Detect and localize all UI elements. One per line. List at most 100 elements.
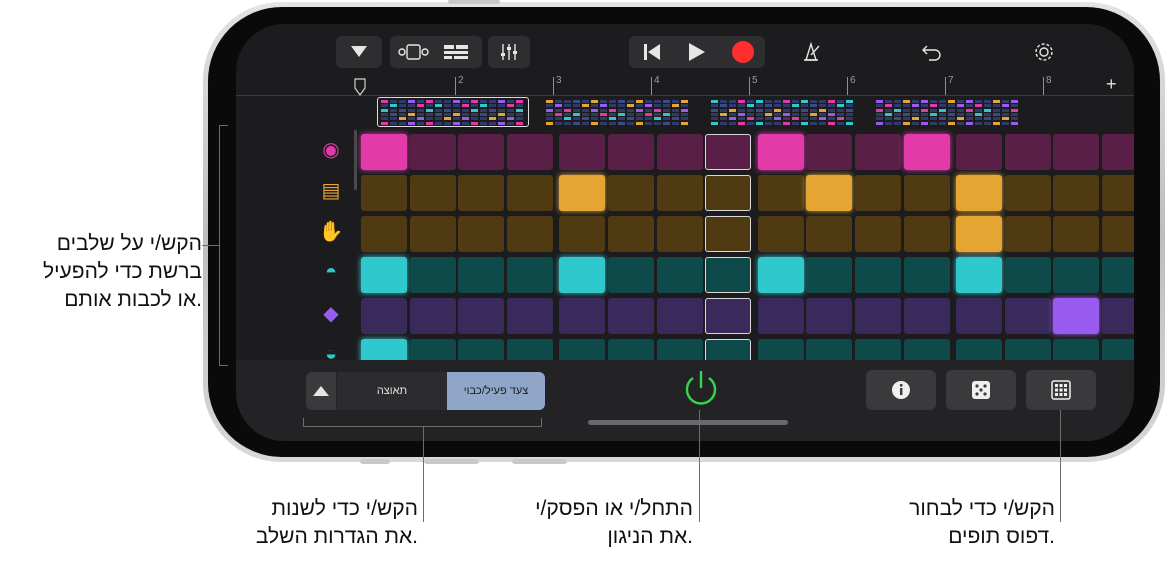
step-cell-off[interactable] xyxy=(1053,216,1100,252)
step-cell-off[interactable] xyxy=(608,257,654,293)
metronome-button[interactable] xyxy=(793,36,829,68)
settings-button[interactable] xyxy=(1026,36,1062,68)
step-cell-off[interactable] xyxy=(1004,257,1051,293)
step-cell-on[interactable] xyxy=(559,257,606,293)
step-cell-off[interactable] xyxy=(855,134,901,170)
step-cell-off[interactable] xyxy=(608,216,654,252)
step-cell-off[interactable] xyxy=(559,134,606,170)
mixer-button[interactable] xyxy=(488,36,530,68)
pattern-thumbnail[interactable] xyxy=(873,98,1023,126)
step-cell-on[interactable] xyxy=(956,257,1003,293)
pattern-thumbnail[interactable] xyxy=(708,98,858,126)
step-cell-off[interactable] xyxy=(608,298,654,334)
pattern-thumbnail[interactable] xyxy=(377,97,529,127)
step-cell-off[interactable] xyxy=(656,175,703,211)
step-cell-off[interactable] xyxy=(855,298,901,334)
step-cell-off[interactable] xyxy=(855,216,901,252)
step-cell-off[interactable] xyxy=(656,298,703,334)
pattern-thumbnail[interactable] xyxy=(543,98,693,126)
add-section-button[interactable]: + xyxy=(1106,74,1117,95)
step-cell-off[interactable] xyxy=(1053,175,1100,211)
step-cell-off[interactable] xyxy=(855,257,901,293)
step-cell-off[interactable] xyxy=(1004,298,1051,334)
step-cell-off[interactable] xyxy=(458,134,505,170)
play-button[interactable] xyxy=(674,36,719,68)
step-cell-off[interactable] xyxy=(806,134,853,170)
step-cell-on[interactable] xyxy=(1053,298,1100,334)
step-cell-off[interactable] xyxy=(806,257,853,293)
step-cell-off[interactable] xyxy=(559,216,606,252)
step-cell-off[interactable] xyxy=(409,134,456,170)
info-button[interactable] xyxy=(866,370,936,410)
pattern-button[interactable] xyxy=(1026,370,1096,410)
step-cell-off[interactable] xyxy=(506,175,553,211)
step-cell-off[interactable] xyxy=(409,257,456,293)
step-cell-off[interactable] xyxy=(506,216,553,252)
step-cell-off[interactable] xyxy=(956,298,1003,334)
step-cell-off[interactable] xyxy=(903,175,950,211)
rewind-button[interactable] xyxy=(629,36,674,68)
step-cell-off[interactable] xyxy=(458,216,505,252)
browser-button[interactable] xyxy=(336,36,382,68)
step-cell-off[interactable] xyxy=(361,298,407,334)
snare-drum-icon[interactable]: ▤ xyxy=(316,175,346,205)
power-button[interactable] xyxy=(681,368,721,408)
tag-icon[interactable]: ◆ xyxy=(316,298,346,328)
step-cell-off[interactable] xyxy=(1053,134,1100,170)
tab-step-on-off[interactable]: צעד פעיל/כבוי xyxy=(447,372,545,410)
step-cell-on[interactable] xyxy=(903,134,950,170)
step-cell-off[interactable] xyxy=(757,298,804,334)
step-cell-on[interactable] xyxy=(806,175,853,211)
step-cell-on[interactable] xyxy=(361,257,407,293)
step-cell-off[interactable] xyxy=(1102,216,1134,252)
step-cell-off[interactable] xyxy=(855,175,901,211)
step-cell-off[interactable] xyxy=(608,175,654,211)
expand-button[interactable] xyxy=(306,372,336,410)
step-cell-off[interactable] xyxy=(1004,134,1051,170)
step-cell-off[interactable] xyxy=(806,216,853,252)
step-cell-off[interactable] xyxy=(1102,298,1134,334)
step-cell-off[interactable] xyxy=(1102,175,1134,211)
step-cell-on[interactable] xyxy=(361,134,407,170)
clap-hand-icon[interactable]: ✋ xyxy=(316,216,346,246)
step-cell-off[interactable] xyxy=(656,216,703,252)
step-cell-off[interactable] xyxy=(1004,216,1051,252)
step-cell-off[interactable] xyxy=(409,175,456,211)
step-cell-off[interactable] xyxy=(361,175,407,211)
step-cell-off[interactable] xyxy=(361,216,407,252)
step-cell-off[interactable] xyxy=(806,298,853,334)
step-cell-off[interactable] xyxy=(956,134,1003,170)
step-cell-off[interactable] xyxy=(409,298,456,334)
step-cell-on[interactable] xyxy=(559,175,606,211)
step-cell-off[interactable] xyxy=(1102,257,1134,293)
step-cell-off[interactable] xyxy=(757,216,804,252)
step-cell-off[interactable] xyxy=(903,216,950,252)
hi-hat-icon[interactable]: ◓ xyxy=(316,257,346,287)
kick-drum-icon[interactable]: ◉ xyxy=(316,134,346,164)
step-cell-off[interactable] xyxy=(409,216,456,252)
step-cell-on[interactable] xyxy=(757,134,804,170)
step-cell-off[interactable] xyxy=(608,134,654,170)
step-cell-off[interactable] xyxy=(506,257,553,293)
step-cell-off[interactable] xyxy=(1004,175,1051,211)
playhead-icon[interactable] xyxy=(354,78,366,96)
step-cell-off[interactable] xyxy=(1102,134,1134,170)
step-cell-off[interactable] xyxy=(757,175,804,211)
step-cell-off[interactable] xyxy=(458,175,505,211)
ruler[interactable]: 2 3 4 5 6 7 8 + xyxy=(236,74,1134,96)
undo-button[interactable] xyxy=(914,36,950,68)
record-button[interactable] xyxy=(720,36,765,68)
step-cell-off[interactable] xyxy=(506,298,553,334)
step-cell-off[interactable] xyxy=(559,298,606,334)
step-cell-off[interactable] xyxy=(506,134,553,170)
step-cell-off[interactable] xyxy=(458,298,505,334)
step-cell-off[interactable] xyxy=(903,298,950,334)
step-cell-on[interactable] xyxy=(956,216,1003,252)
step-cell-on[interactable] xyxy=(956,175,1003,211)
view-toggle-button[interactable] xyxy=(390,36,482,68)
randomize-button[interactable] xyxy=(946,370,1016,410)
step-cell-off[interactable] xyxy=(458,257,505,293)
step-cell-off[interactable] xyxy=(903,257,950,293)
step-cell-on[interactable] xyxy=(757,257,804,293)
step-cell-off[interactable] xyxy=(1053,257,1100,293)
